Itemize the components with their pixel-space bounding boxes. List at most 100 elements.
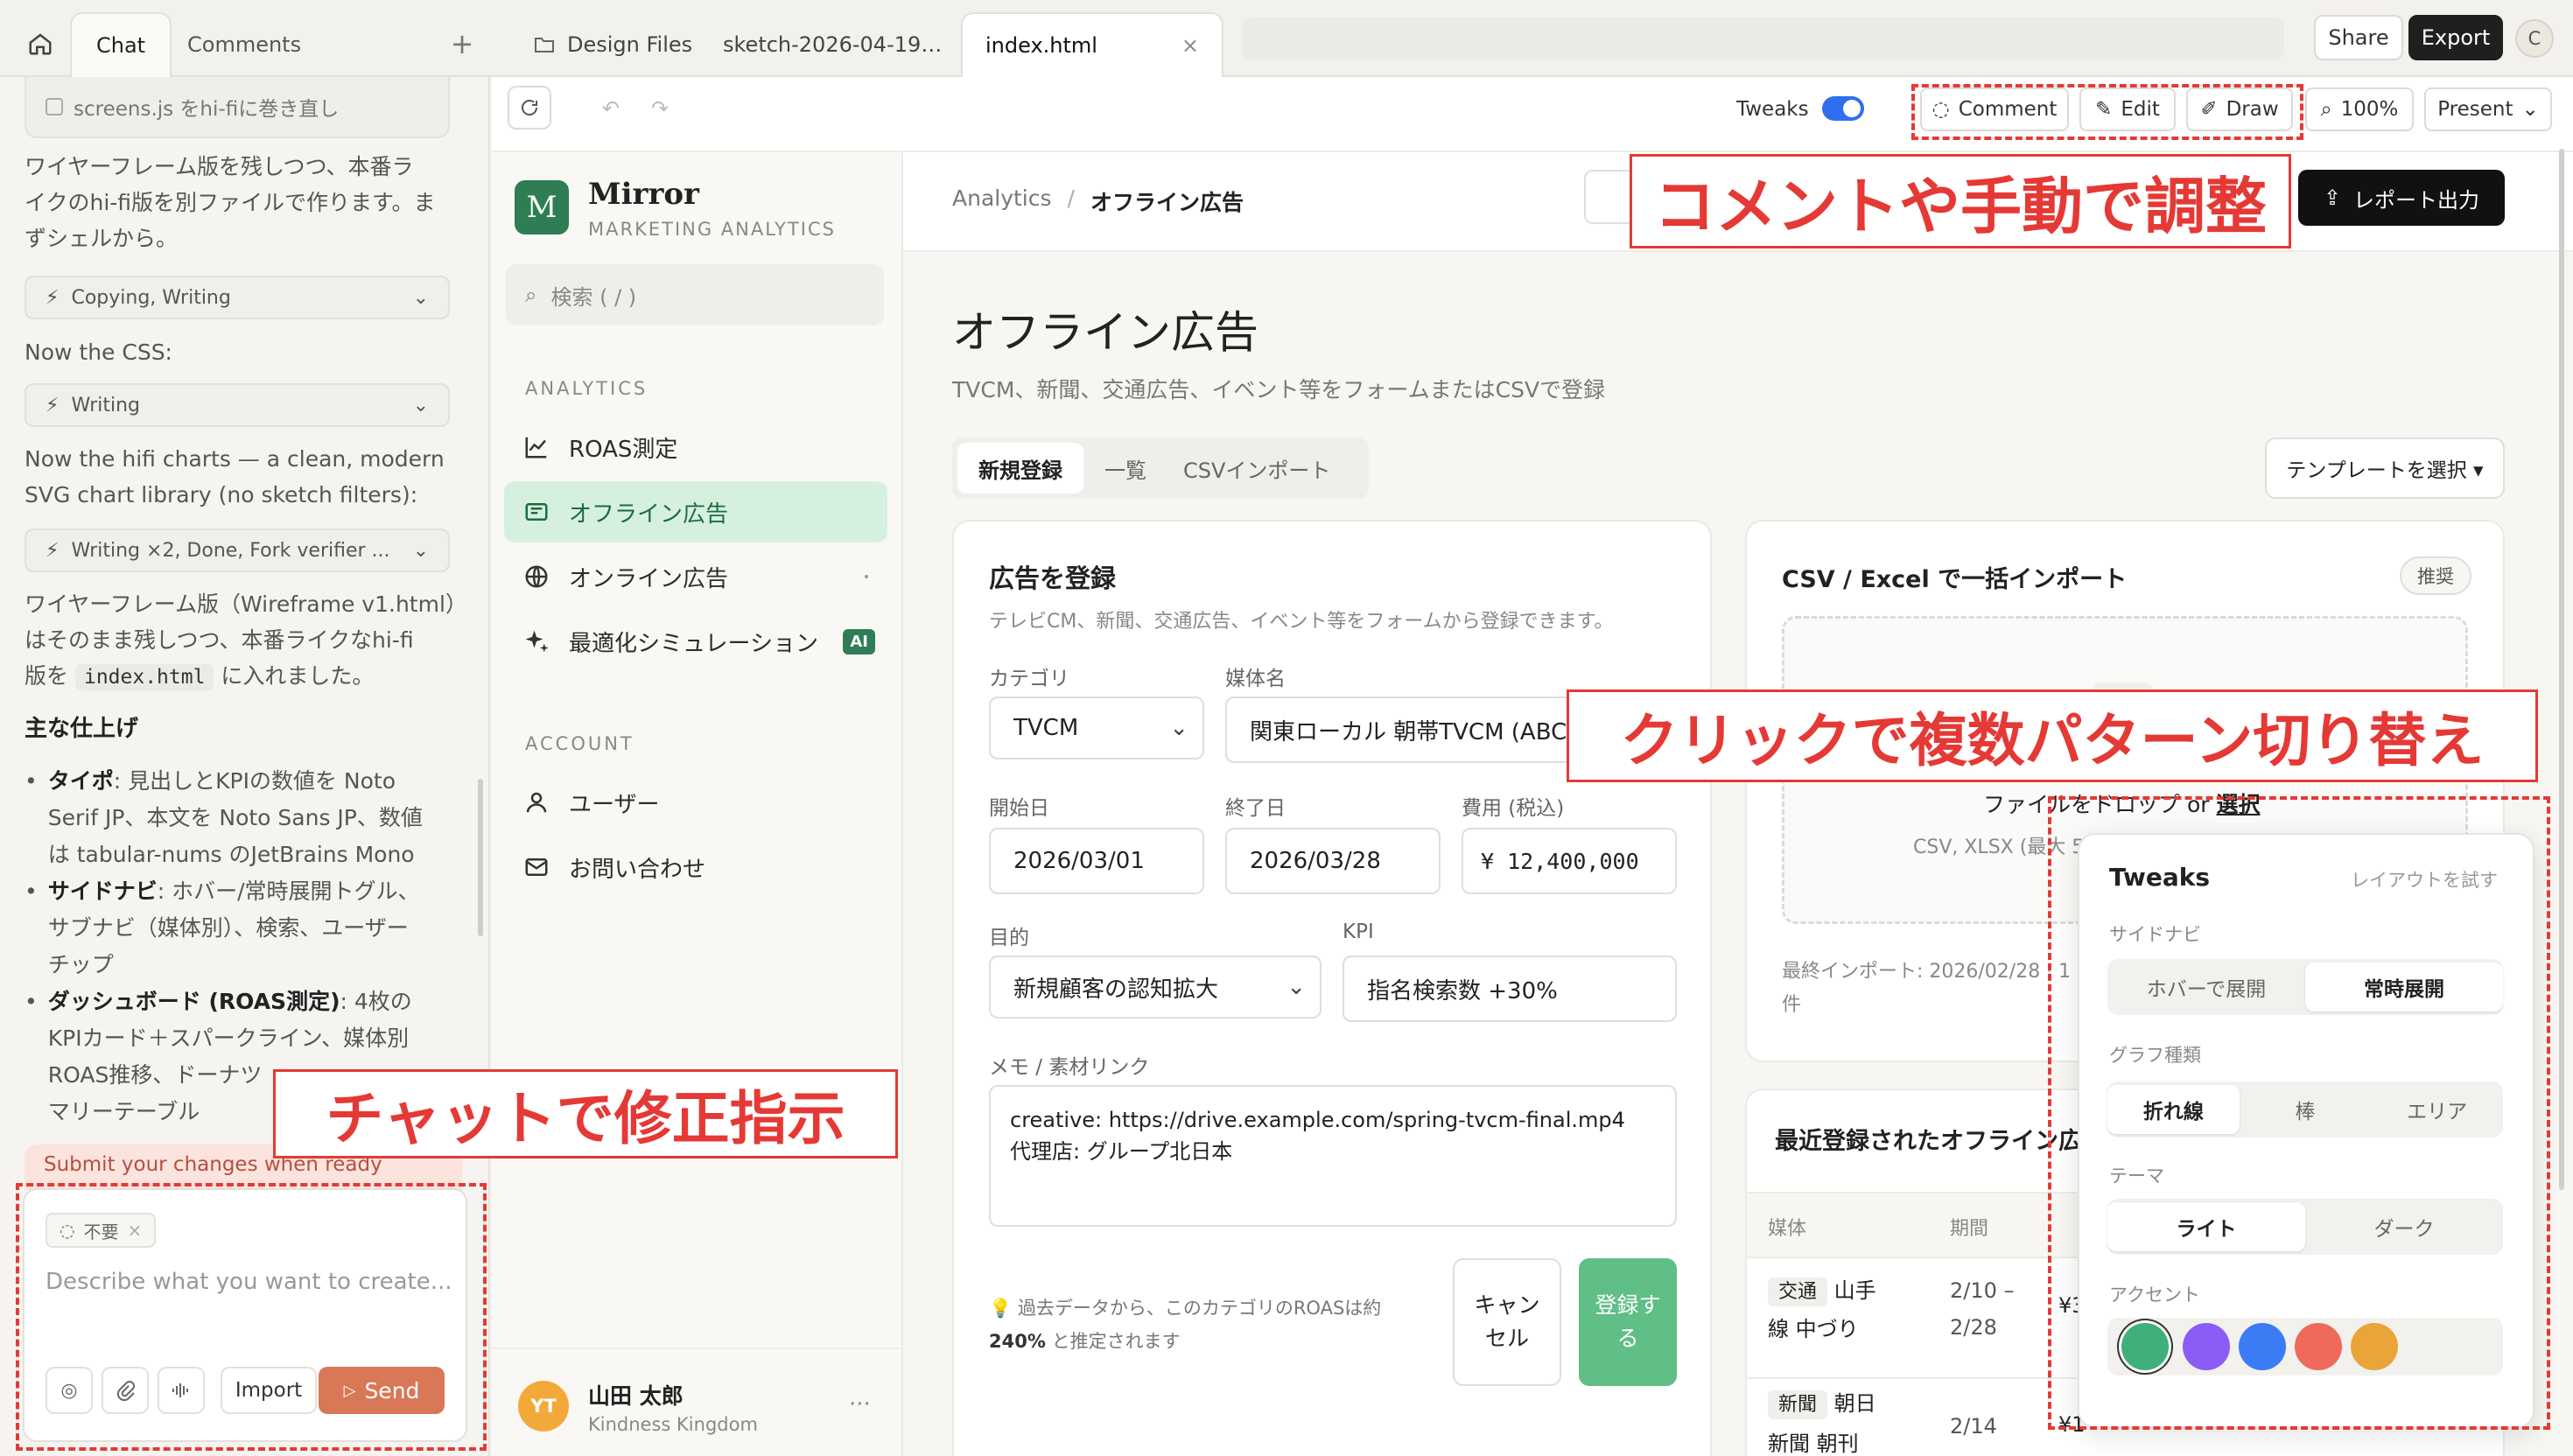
edit-button[interactable]: ✎ Edit [2079,88,2176,131]
magnify-icon: ⌕ [2320,98,2332,121]
chevron-down-icon: ⌄ [2521,98,2539,121]
media-name: 線 中づり [1768,1317,1859,1341]
purpose-label: 目的 [989,927,1029,949]
tweaks-hint: レイアウトを試す [2351,870,2498,891]
reload-icon[interactable] [508,86,551,130]
submit-button[interactable]: 登録する [1579,1258,1677,1386]
sidebar-item-users[interactable]: ユーザー [504,772,887,833]
option-light[interactable]: ライト [2107,1202,2305,1251]
accent-swatch[interactable] [2121,1323,2169,1370]
redo-icon[interactable]: ↷ [644,93,676,124]
cost-input[interactable]: ¥ 12,400,000 [1462,828,1677,894]
context-chip[interactable]: ◌ 不要 × [46,1213,157,1248]
tab-sketch[interactable]: sketch-2026-04-19… [700,12,964,77]
option-bar[interactable]: 棒 [2240,1085,2372,1134]
accent-swatch[interactable] [2351,1323,2398,1370]
option-always-expand[interactable]: 常時展開 [2305,962,2503,1012]
close-tab-icon[interactable]: × [1181,33,1199,58]
tab-index-html[interactable]: index.html × [961,12,1223,77]
chat-scrollbar[interactable] [478,779,483,936]
voice-icon[interactable] [158,1367,205,1414]
kpi-input[interactable]: 指名検索数 +30% [1343,956,1677,1022]
brush-icon: ✐ [2200,98,2218,121]
sidebar-item-roas[interactable]: ROAS測定 [504,416,887,478]
breadcrumb-current: オフライン広告 [1090,190,1244,215]
comment-button[interactable]: ◌ Comment [1920,88,2069,131]
import-button[interactable]: Import [221,1367,317,1414]
select-file-link[interactable]: 選択 [2216,792,2260,817]
share-button[interactable]: Share [2314,15,2403,60]
tool-label: Writing ×2, Done, Fork verifier ... [71,539,390,562]
msg-line: SVG chart library (no sketch filters): [25,482,418,508]
sidebar-item-offline-ads[interactable]: オフライン広告 [504,481,887,542]
memo-textarea[interactable]: creative: https://drive.example.com/spri… [989,1085,1677,1227]
avatar[interactable]: C [2515,19,2554,58]
accent-swatch[interactable] [2183,1323,2230,1370]
start-date-input[interactable]: 2026/03/01 [989,828,1204,894]
export-button[interactable]: Export [2408,15,2503,60]
cancel-button[interactable]: キャンセル [1453,1258,1561,1386]
chat-message: Now the CSS: [25,340,172,365]
tab-design-files[interactable]: Design Files [511,12,715,77]
attach-icon[interactable] [102,1367,149,1414]
tab-chat[interactable]: Chat [70,12,172,77]
tab-comments[interactable]: Comments [163,12,326,77]
sidebar-item-online-ads[interactable]: オンライン広告 [504,546,887,607]
select-value: TVCM [1013,715,1079,741]
task-label: screens.js をhi-fiに巻き直し [74,98,340,121]
user-avatar[interactable]: YT [518,1381,569,1432]
recent-title: 最近登録されたオフライン広 [1775,1128,2082,1155]
close-icon[interactable]: × [127,1220,142,1241]
main-scrollbar[interactable] [2559,149,2564,1190]
msg-line: ずシェルから。 [25,226,179,251]
undo-icon[interactable]: ↶ [595,93,627,124]
accent-swatch[interactable] [2295,1323,2342,1370]
form-title: 広告を登録 [989,564,1117,593]
newspaper-icon [523,499,550,525]
tool-call-row[interactable]: ⚡ Copying, Writing ⌄ [25,276,450,319]
home-icon[interactable] [21,24,60,63]
option-line[interactable]: 折れ線 [2107,1085,2240,1134]
breadcrumb-root[interactable]: Analytics [952,186,1052,217]
nav-label: オンライン広告 [569,565,729,592]
purpose-select[interactable]: 新規顧客の認知拡大 ⌄ [989,956,1322,1018]
date-range-button[interactable] [1584,170,1637,224]
theme-label: テーマ [2109,1166,2164,1186]
report-button[interactable]: ⇪ レポート出力 [2298,170,2505,226]
ai-badge: AI [843,628,875,654]
option-area[interactable]: エリア [2371,1085,2503,1134]
drop-text: ファイルをドロップ or 選択 [1983,792,2261,817]
tweaks-toggle[interactable] [1822,96,1864,121]
select-value: 新規顧客の認知拡大 [1013,976,1219,1003]
accent-swatch[interactable] [2239,1323,2286,1370]
memo-line: creative: https://drive.example.com/spri… [1010,1108,1625,1132]
cost-label: 費用 (税込) [1462,797,1565,820]
zoom-button[interactable]: ⌕ 100% [2305,88,2414,131]
send-button[interactable]: ▷ Send [319,1367,445,1414]
tab-list[interactable]: 一覧 [1089,443,1162,494]
sidebar-item-contact[interactable]: お問い合わせ [504,836,887,898]
comment-icon: ◌ [1932,98,1950,121]
upload-icon: ⇪ [2323,186,2342,210]
tool-call-row[interactable]: ⚡ Writing ×2, Done, Fork verifier ... ⌄ [25,528,450,572]
add-tab-icon[interactable]: + [445,26,480,61]
sidebar-item-simulation[interactable]: 最適化シミュレーション AI [504,611,887,672]
category-select[interactable]: TVCM ⌄ [989,696,1204,760]
template-select[interactable]: テンプレートを選択 ▾ [2265,438,2505,499]
tab-new[interactable]: 新規登録 [957,443,1083,494]
tab-label: Design Files [567,32,693,57]
settings-icon[interactable]: ◎ [46,1367,93,1414]
option-hover-expand[interactable]: ホバーで展開 [2107,962,2305,1012]
sidebar-search[interactable]: ⌕ 検索 ( / ) [506,264,884,326]
tab-csv[interactable]: CSVインポート [1167,443,1346,494]
draw-button[interactable]: ✐ Draw [2186,88,2293,131]
msg-line: Now the hifi charts — a clean, modern [25,446,445,472]
option-dark[interactable]: ダーク [2305,1202,2503,1251]
tool-call-row[interactable]: ⚡ Writing ⌄ [25,383,450,427]
chat-input[interactable]: Describe what you want to create... [46,1269,452,1295]
tab-label: sketch-2026-04-19… [723,32,943,57]
more-icon[interactable]: ··· [849,1391,871,1418]
end-date-input[interactable]: 2026/03/28 [1225,828,1441,894]
present-button[interactable]: Present ⌄ [2424,88,2552,131]
checkbox-icon[interactable] [46,98,63,116]
